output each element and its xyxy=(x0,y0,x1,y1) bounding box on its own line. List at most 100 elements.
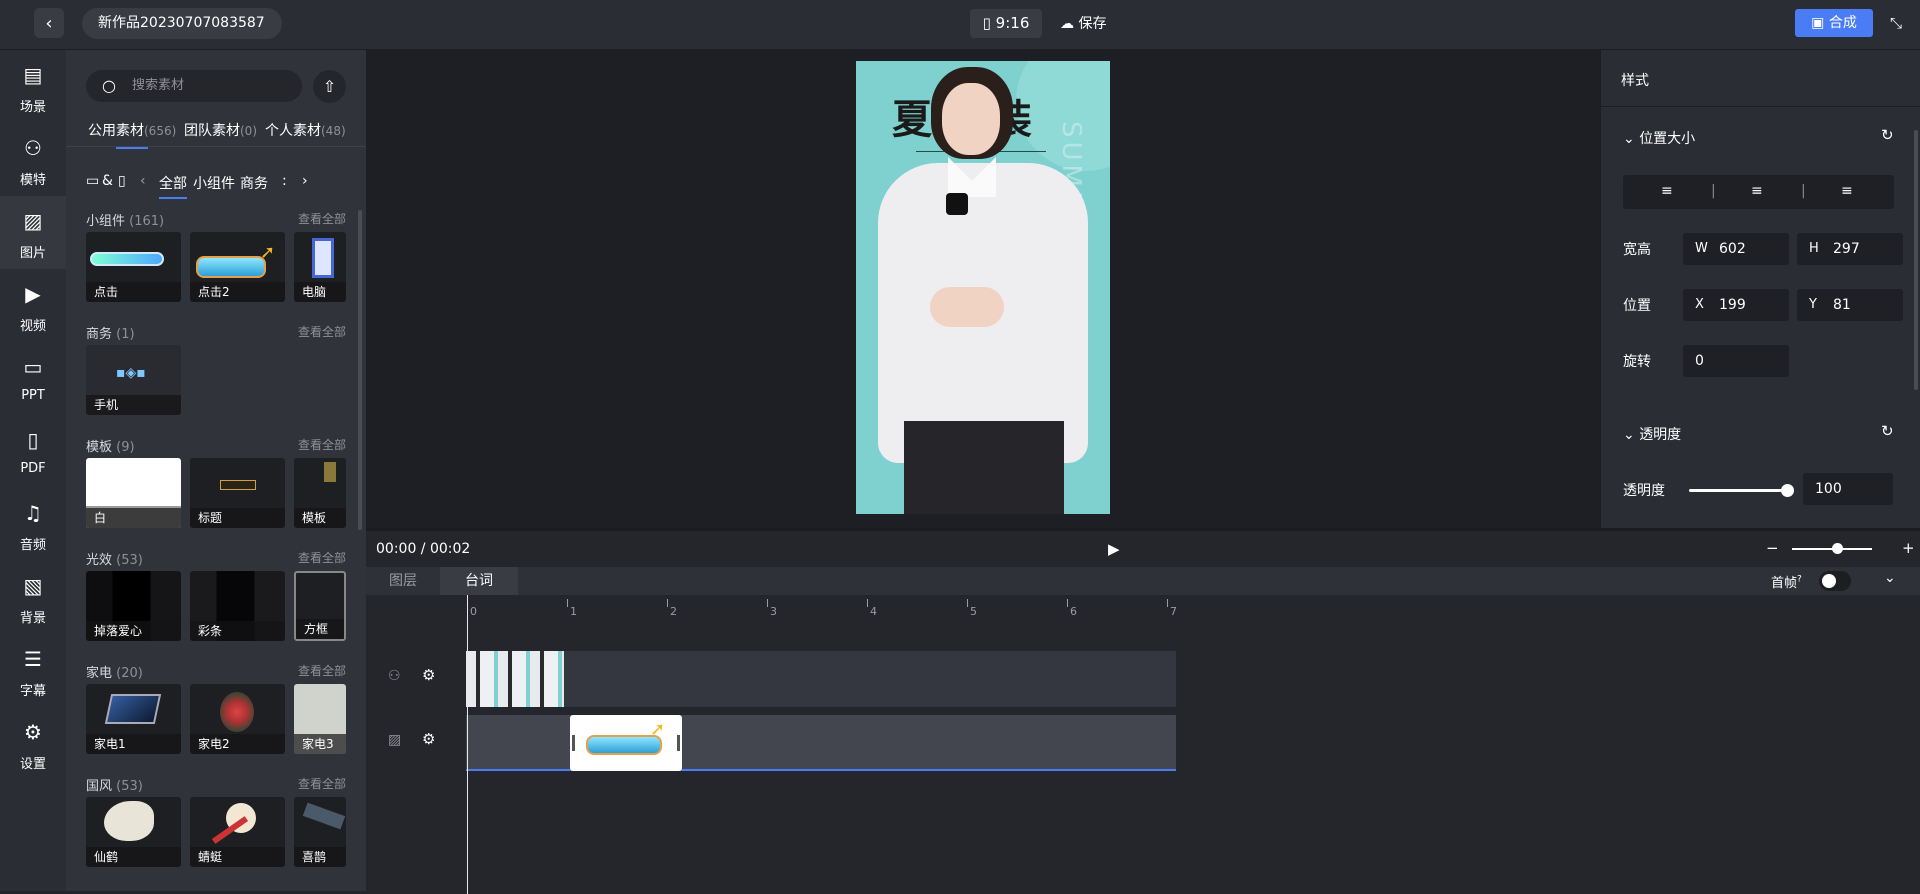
gear-icon[interactable]: ⚙ xyxy=(422,666,435,684)
opacity-group-toggle[interactable]: ⌄ 透明度 xyxy=(1623,424,1681,444)
view-all-link[interactable]: 查看全部 xyxy=(298,323,346,340)
asset-tile[interactable]: 白 xyxy=(86,458,181,528)
back-button[interactable]: ‹ xyxy=(34,8,64,38)
view-all-link[interactable]: 查看全部 xyxy=(298,662,346,679)
view-all-link[interactable]: 查看全部 xyxy=(298,436,346,453)
section-count: (53) xyxy=(116,553,143,568)
nav-label: PDF xyxy=(20,461,46,476)
fullscreen-exit-icon[interactable]: ⤡ xyxy=(1890,14,1902,32)
view-all-link[interactable]: 查看全部 xyxy=(298,549,346,566)
library-scrollbar[interactable] xyxy=(358,210,362,530)
model-icon: ⚇ xyxy=(24,136,42,160)
category-widgets[interactable]: 小组件 xyxy=(193,173,235,193)
model-clip[interactable] xyxy=(466,651,564,707)
align-center-icon[interactable]: ≡ xyxy=(1751,183,1763,199)
project-title[interactable]: 新作品20230707083587 xyxy=(82,8,282,39)
nav-item-ppt[interactable]: ▭ PPT xyxy=(0,342,66,415)
asset-tile[interactable]: 仙鹤 xyxy=(86,797,181,867)
asset-tile[interactable]: ▪◈▪ 手机 xyxy=(86,345,181,415)
reset-icon[interactable]: ↻ xyxy=(1881,422,1894,440)
first-frame-toggle[interactable] xyxy=(1819,571,1851,591)
nav-item-scene[interactable]: ▤ 场景 xyxy=(0,50,66,123)
image-clip[interactable]: ➚ xyxy=(570,715,682,771)
asset-tile[interactable]: 家电3 xyxy=(294,684,346,754)
width-field[interactable]: W 602 xyxy=(1683,233,1789,265)
aspect-ratio-button[interactable]: ▯ 9:16 xyxy=(970,9,1042,38)
asset-tile[interactable]: 点击 xyxy=(86,232,181,302)
align-left-icon[interactable]: ≡ xyxy=(1661,183,1673,199)
tab-team-assets[interactable]: 团队素材(0) xyxy=(184,120,257,140)
asset-tile[interactable]: 家电2 xyxy=(190,684,285,754)
nav-item-background[interactable]: ▧ 背景 xyxy=(0,561,66,634)
category-next-icon[interactable]: › xyxy=(302,173,308,189)
reset-icon[interactable]: ↻ xyxy=(1881,126,1894,144)
nav-item-pdf[interactable]: ▯ PDF xyxy=(0,415,66,488)
help-icon[interactable]: ? xyxy=(1797,575,1802,585)
category-all[interactable]: 全部 xyxy=(159,173,187,199)
opacity-label: 透明度 xyxy=(1623,483,1665,499)
tab-script[interactable]: 台词 xyxy=(440,567,518,595)
clip-handle-left[interactable] xyxy=(572,735,575,751)
zoom-in-icon[interactable]: + xyxy=(1902,539,1915,557)
ruler-tick xyxy=(1167,599,1168,607)
position-size-group-toggle[interactable]: ⌄ 位置大小 xyxy=(1623,128,1695,148)
zoom-out-icon[interactable]: − xyxy=(1766,539,1779,557)
nav-item-subtitle[interactable]: ☰ 字幕 xyxy=(0,634,66,707)
search-input[interactable]: ○ 搜索素材 xyxy=(86,70,302,102)
properties-scrollbar[interactable] xyxy=(1914,130,1918,390)
view-all-link[interactable]: 查看全部 xyxy=(298,775,346,792)
nav-label: 设置 xyxy=(19,757,46,772)
tab-label: 公用素材 xyxy=(88,123,144,139)
image-icon: ▨ xyxy=(23,209,43,233)
time-ruler[interactable]: 0 1 2 3 4 5 6 7 xyxy=(466,595,1920,621)
opacity-slider[interactable] xyxy=(1689,484,1794,497)
tab-public-assets[interactable]: 公用素材(656) xyxy=(88,120,176,149)
section-header: 国风 (53) 查看全部 xyxy=(86,775,346,795)
save-button[interactable]: ☁ 保存 xyxy=(1060,13,1106,33)
mobile-icon[interactable]: ▯ xyxy=(118,173,126,189)
gear-icon[interactable]: ⚙ xyxy=(422,730,435,748)
device-filter[interactable]: & xyxy=(102,173,113,189)
expand-icon[interactable]: ⌄ xyxy=(1884,570,1896,586)
tab-layers[interactable]: 图层 xyxy=(366,567,440,595)
poster-frame[interactable]: 夏 女装 SUMMER CLOTHES xyxy=(856,61,1110,514)
asset-tile[interactable]: 家电1 xyxy=(86,684,181,754)
asset-tile[interactable]: 喜鹊 xyxy=(294,797,346,867)
asset-tile[interactable]: ➚ 点击2 xyxy=(190,232,285,302)
play-icon[interactable]: ▶ xyxy=(1108,540,1120,558)
playhead[interactable] xyxy=(467,595,468,894)
height-field[interactable]: H 297 xyxy=(1797,233,1903,265)
asset-tile[interactable]: 彩条 xyxy=(190,571,285,641)
asset-label: 蜻蜓 xyxy=(190,847,285,867)
y-field[interactable]: Y 81 xyxy=(1797,289,1903,321)
nav-item-model[interactable]: ⚇ 模特 xyxy=(0,123,66,196)
nav-item-settings[interactable]: ⚙ 设置 xyxy=(0,707,66,780)
asset-tile[interactable]: 标题 xyxy=(190,458,285,528)
ruler-tick xyxy=(567,599,568,607)
x-field[interactable]: X 199 xyxy=(1683,289,1789,321)
asset-tile[interactable]: 电脑 xyxy=(294,232,346,302)
asset-tile[interactable]: 方框 xyxy=(294,571,346,641)
asset-label: 方框 xyxy=(296,619,344,639)
asset-tile[interactable]: 蜻蜓 xyxy=(190,797,285,867)
align-right-icon[interactable]: ≡ xyxy=(1841,183,1853,199)
tab-personal-assets[interactable]: 个人素材(48) xyxy=(265,120,346,140)
asset-tile[interactable]: 掉落爱心 xyxy=(86,571,181,641)
opacity-field[interactable]: 100 xyxy=(1803,473,1893,505)
asset-tile[interactable]: 模板 xyxy=(294,458,346,528)
field-key: W xyxy=(1695,241,1708,256)
ruler-label: 6 xyxy=(1070,605,1077,618)
upload-button[interactable]: ⇧ xyxy=(313,70,346,103)
zoom-slider-handle[interactable] xyxy=(1832,543,1843,554)
category-business[interactable]: 商务 xyxy=(240,173,268,193)
nav-item-image[interactable]: ▨ 图片 xyxy=(0,196,66,269)
rotation-field[interactable]: 0 xyxy=(1683,345,1789,377)
nav-item-audio[interactable]: ♫ 音频 xyxy=(0,488,66,561)
category-prev-icon[interactable]: ‹ xyxy=(140,173,146,189)
compose-button[interactable]: ▣ 合成 xyxy=(1795,9,1873,37)
field-key: X xyxy=(1695,297,1704,312)
desktop-icon[interactable]: ▭ xyxy=(86,173,99,189)
view-all-link[interactable]: 查看全部 xyxy=(298,210,346,227)
clip-handle-right[interactable] xyxy=(677,735,680,751)
nav-item-video[interactable]: ▶ 视频 xyxy=(0,269,66,342)
